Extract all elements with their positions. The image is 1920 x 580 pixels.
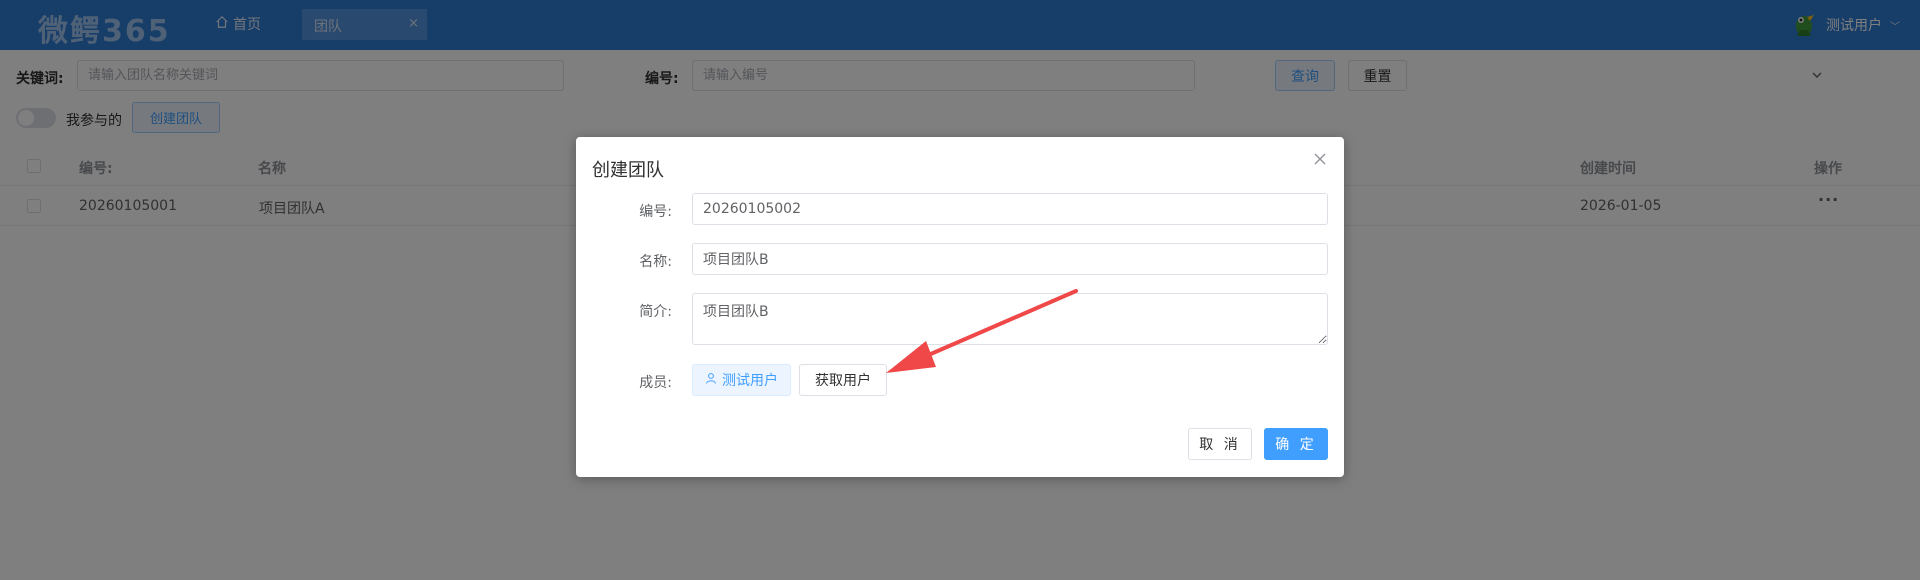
dialog-code-input[interactable] (692, 193, 1328, 225)
member-tag-label: 测试用户 (722, 373, 778, 389)
confirm-button[interactable]: 确 定 (1264, 428, 1328, 460)
user-icon (705, 372, 717, 388)
dialog-title: 创建团队 (592, 160, 664, 181)
dialog-code-label: 编号: (639, 204, 672, 220)
create-team-dialog: 创建团队 编号: 名称: 简介: 项目团队B 成员: 测试用户 获取用户 取 消… (576, 137, 1344, 477)
dialog-intro-textarea[interactable]: 项目团队B (692, 293, 1328, 345)
close-icon[interactable] (1312, 151, 1328, 167)
fetch-users-button[interactable]: 获取用户 (799, 364, 887, 396)
dialog-name-label: 名称: (639, 254, 672, 270)
dialog-members-label: 成员: (639, 375, 672, 391)
dialog-name-input[interactable] (692, 243, 1328, 275)
dialog-intro-label: 简介: (639, 304, 672, 320)
member-tag[interactable]: 测试用户 (692, 364, 791, 396)
cancel-button[interactable]: 取 消 (1188, 428, 1252, 460)
